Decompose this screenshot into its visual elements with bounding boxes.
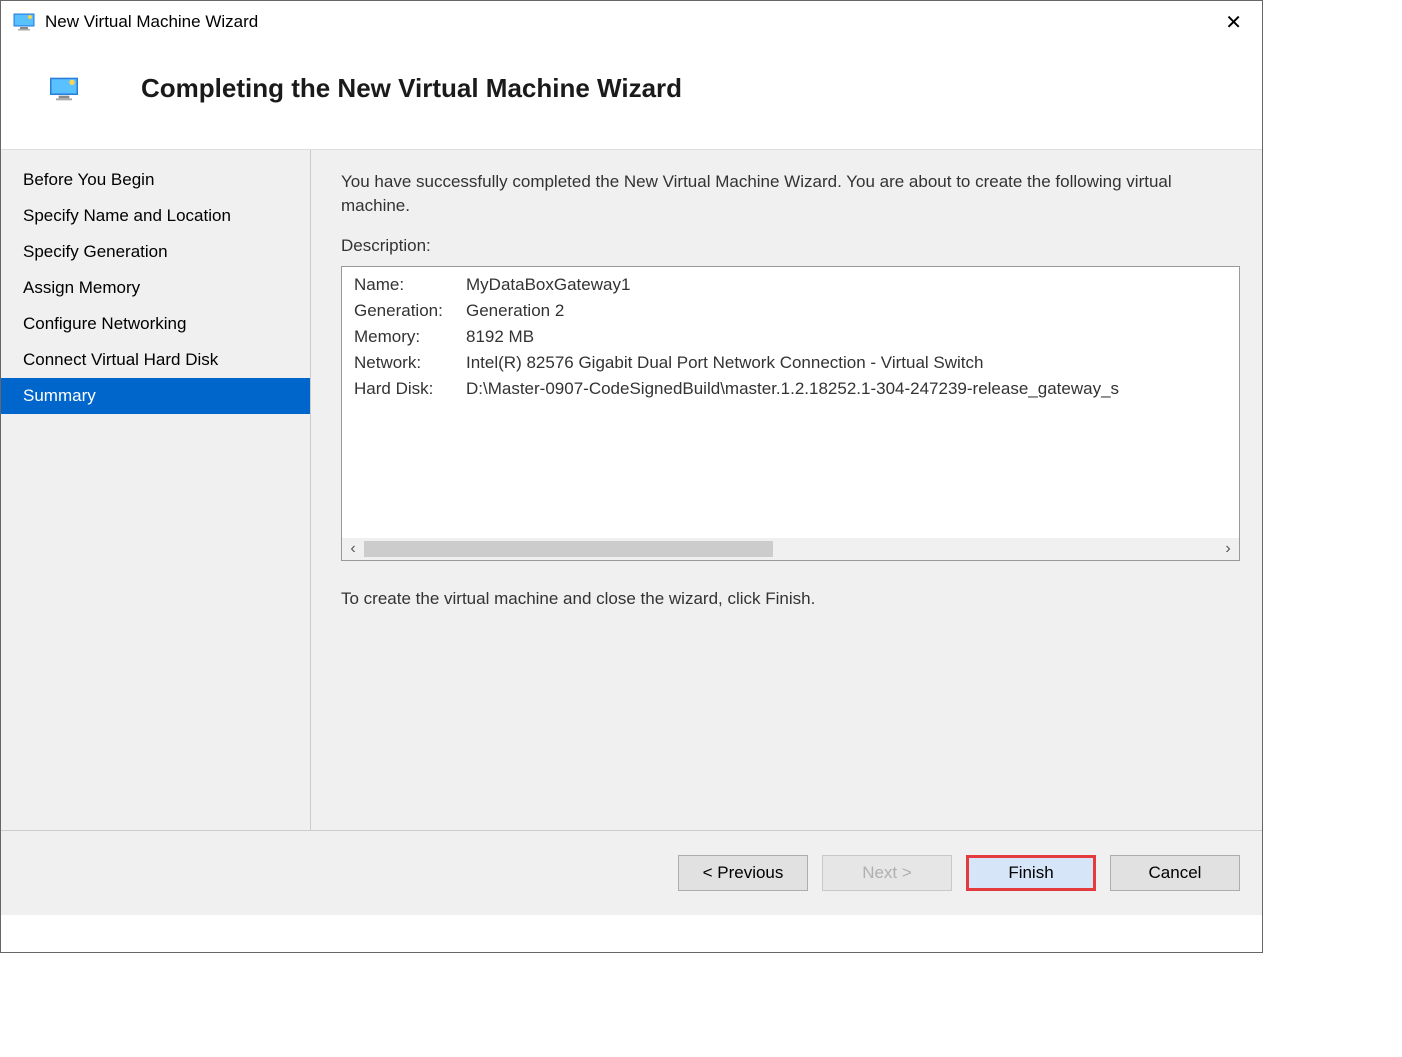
sidebar-step-5[interactable]: Connect Virtual Hard Disk: [1, 342, 310, 378]
sidebar-step-2[interactable]: Specify Generation: [1, 234, 310, 270]
description-key: Hard Disk:: [354, 379, 466, 399]
description-value: MyDataBoxGateway1: [466, 275, 630, 295]
scroll-thumb[interactable]: [364, 541, 773, 557]
description-value: Intel(R) 82576 Gigabit Dual Port Network…: [466, 353, 983, 373]
description-value: 8192 MB: [466, 327, 534, 347]
sidebar-step-4[interactable]: Configure Networking: [1, 306, 310, 342]
sidebar-step-1[interactable]: Specify Name and Location: [1, 198, 310, 234]
description-box: Name:MyDataBoxGateway1Generation:Generat…: [341, 266, 1240, 561]
app-monitor-icon: [13, 13, 35, 31]
main-content: You have successfully completed the New …: [311, 150, 1262, 830]
description-row: Network:Intel(R) 82576 Gigabit Dual Port…: [354, 353, 1227, 373]
header-band: Completing the New Virtual Machine Wizar…: [1, 43, 1262, 150]
cancel-button[interactable]: Cancel: [1110, 855, 1240, 891]
description-row: Memory:8192 MB: [354, 327, 1227, 347]
description-key: Memory:: [354, 327, 466, 347]
sidebar-step-3[interactable]: Assign Memory: [1, 270, 310, 306]
finish-note: To create the virtual machine and close …: [341, 589, 1240, 609]
sidebar-step-6[interactable]: Summary: [1, 378, 310, 414]
scroll-left-icon[interactable]: ‹: [342, 540, 364, 558]
wizard-body: Before You BeginSpecify Name and Locatio…: [1, 150, 1262, 830]
window-title: New Virtual Machine Wizard: [45, 12, 258, 32]
description-label: Description:: [341, 236, 1240, 256]
description-key: Generation:: [354, 301, 466, 321]
wizard-steps-sidebar: Before You BeginSpecify Name and Locatio…: [1, 150, 311, 830]
header-monitor-icon: [49, 77, 79, 101]
description-value: D:\Master-0907-CodeSignedBuild\master.1.…: [466, 379, 1119, 399]
scroll-track[interactable]: [364, 541, 1217, 557]
horizontal-scrollbar[interactable]: ‹ ›: [342, 538, 1239, 560]
description-row: Generation:Generation 2: [354, 301, 1227, 321]
description-row: Hard Disk:D:\Master-0907-CodeSignedBuild…: [354, 379, 1227, 399]
finish-button[interactable]: Finish: [966, 855, 1096, 891]
description-row: Name:MyDataBoxGateway1: [354, 275, 1227, 295]
titlebar: New Virtual Machine Wizard ✕: [1, 1, 1262, 43]
page-title: Completing the New Virtual Machine Wizar…: [141, 73, 682, 104]
next-button: Next >: [822, 855, 952, 891]
description-value: Generation 2: [466, 301, 564, 321]
scroll-right-icon[interactable]: ›: [1217, 540, 1239, 558]
footer: < Previous Next > Finish Cancel: [1, 830, 1262, 915]
previous-button[interactable]: < Previous: [678, 855, 808, 891]
description-key: Network:: [354, 353, 466, 373]
intro-text: You have successfully completed the New …: [341, 170, 1240, 218]
sidebar-step-0[interactable]: Before You Begin: [1, 162, 310, 198]
close-button[interactable]: ✕: [1217, 10, 1250, 35]
description-key: Name:: [354, 275, 466, 295]
